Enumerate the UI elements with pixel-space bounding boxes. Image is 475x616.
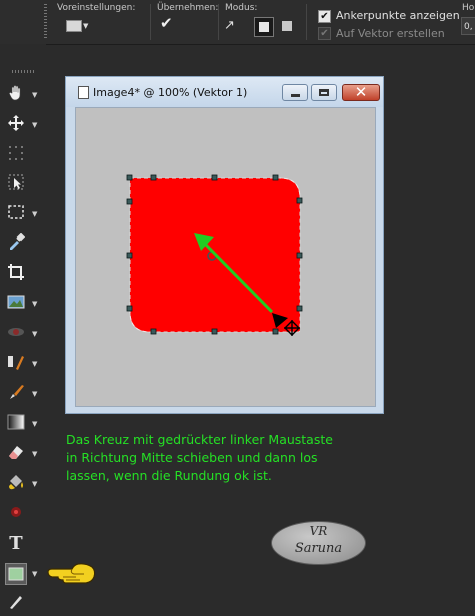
on-vector-checkbox[interactable]: ✔	[318, 27, 331, 40]
anchor-node[interactable]	[126, 252, 133, 259]
rectangle-tool-icon[interactable]	[5, 563, 27, 585]
anchor-node[interactable]	[272, 328, 279, 335]
gradient-arrow-icon[interactable]: ▼	[32, 420, 37, 428]
author-signature-badge: VR Saruna	[271, 521, 366, 565]
straighten-icon[interactable]	[5, 293, 27, 315]
apply-checkmark-icon[interactable]: ✔	[160, 14, 173, 32]
red-eye-icon[interactable]	[5, 323, 27, 345]
anchor-node[interactable]	[211, 174, 218, 181]
clone-brush-arrow-icon[interactable]: ▼	[32, 360, 37, 368]
toolbar-grip[interactable]	[12, 70, 34, 73]
presets-label: Voreinstellungen:	[57, 3, 136, 13]
close-icon: ✕	[354, 83, 368, 101]
gradient-icon[interactable]	[5, 413, 27, 435]
instruction-text: Das Kreuz mit gedrückter linker Maustast…	[66, 431, 366, 485]
options-divider	[218, 4, 219, 40]
presets-dropdown-arrow-icon[interactable]: ▼	[83, 22, 88, 30]
mode-filled-button[interactable]	[254, 17, 274, 37]
mode-square-button[interactable]	[279, 17, 297, 35]
anchor-node[interactable]	[296, 197, 303, 204]
instruction-line: Das Kreuz mit gedrückter linker Maustast…	[66, 432, 333, 447]
paint-brush-arrow-icon[interactable]: ▼	[32, 390, 37, 398]
presets-dropdown[interactable]	[66, 20, 82, 32]
rectangle-tool-arrow-icon[interactable]: ▼	[32, 570, 37, 578]
anchor-node[interactable]	[126, 174, 133, 181]
pointing-hand-icon	[46, 561, 98, 591]
maximize-button[interactable]	[311, 84, 337, 101]
image-document-window[interactable]: Image4* @ 100% (Vektor 1) ✕	[65, 76, 384, 414]
anchor-node[interactable]	[126, 305, 133, 312]
red-eye-arrow-icon[interactable]: ▼	[32, 330, 37, 338]
tools-toolbar: ▼ ▼ ▼ ▼ ▼ ▼ ▼ ▼ ▼ ▼ T ▼	[0, 44, 46, 609]
pick-tool-icon[interactable]	[5, 173, 27, 195]
text-tool-icon[interactable]: T	[5, 533, 27, 555]
anchor-node[interactable]	[272, 174, 279, 181]
minimize-icon	[291, 94, 300, 97]
selection-grid-icon[interactable]	[5, 144, 27, 166]
document-titlebar[interactable]: Image4* @ 100% (Vektor 1) ✕	[66, 77, 383, 107]
mode-label: Modus:	[225, 3, 258, 13]
eraser-icon[interactable]	[5, 443, 27, 465]
anchor-node[interactable]	[296, 305, 303, 312]
signature-name: Saruna	[294, 541, 343, 556]
apply-label: Übernehmen:	[157, 3, 219, 13]
anchor-points-checkbox[interactable]: ✔	[318, 10, 331, 23]
anchor-node[interactable]	[150, 328, 157, 335]
pan-tool-icon[interactable]	[5, 84, 27, 106]
options-grip[interactable]	[44, 4, 47, 40]
on-vector-label: Auf Vektor erstellen	[336, 27, 445, 40]
truncated-option-label: Ho	[462, 3, 475, 13]
options-divider	[306, 4, 307, 40]
dropper-icon[interactable]	[5, 232, 27, 255]
instruction-line: in Richtung Mitte schieben und dann los	[66, 450, 318, 465]
retouch-icon[interactable]	[5, 503, 27, 525]
anchor-node[interactable]	[211, 328, 218, 335]
eraser-arrow-icon[interactable]: ▼	[32, 450, 37, 458]
pan-tool-arrow-icon[interactable]: ▼	[32, 91, 37, 99]
anchor-node[interactable]	[126, 198, 133, 205]
selection-tool-arrow-icon[interactable]: ▼	[32, 210, 37, 218]
close-button[interactable]: ✕	[342, 83, 380, 101]
signature-initials: VR	[309, 524, 328, 538]
fill-icon[interactable]	[5, 473, 27, 495]
truncated-option-field[interactable]: 0,	[461, 17, 475, 35]
move-tool-arrow-icon[interactable]: ▼	[32, 121, 37, 129]
anchor-node[interactable]	[296, 252, 303, 259]
fill-arrow-icon[interactable]: ▼	[32, 480, 37, 488]
clone-brush-icon[interactable]	[5, 353, 27, 375]
crop-icon[interactable]	[5, 263, 27, 285]
maximize-icon	[319, 89, 329, 96]
pen-tool-icon[interactable]	[5, 592, 27, 614]
tool-options-bar: Voreinstellungen: ▼ Übernehmen: ✔ Modus:…	[0, 0, 475, 45]
paint-brush-icon[interactable]	[5, 383, 27, 405]
instruction-line: lassen, wenn die Rundung ok ist.	[66, 468, 272, 483]
mode-node-icon[interactable]: ↗	[224, 18, 242, 36]
document-title: Image4* @ 100% (Vektor 1)	[93, 86, 248, 99]
selection-tool-icon[interactable]	[5, 203, 27, 225]
document-canvas[interactable]	[75, 107, 376, 407]
anchor-points-label: Ankerpunkte anzeigen	[336, 9, 460, 22]
minimize-button[interactable]	[282, 84, 308, 101]
options-divider	[150, 4, 151, 40]
document-icon	[78, 86, 89, 99]
move-tool-icon[interactable]	[5, 114, 27, 136]
straighten-arrow-icon[interactable]: ▼	[32, 300, 37, 308]
anchor-node[interactable]	[150, 174, 157, 181]
